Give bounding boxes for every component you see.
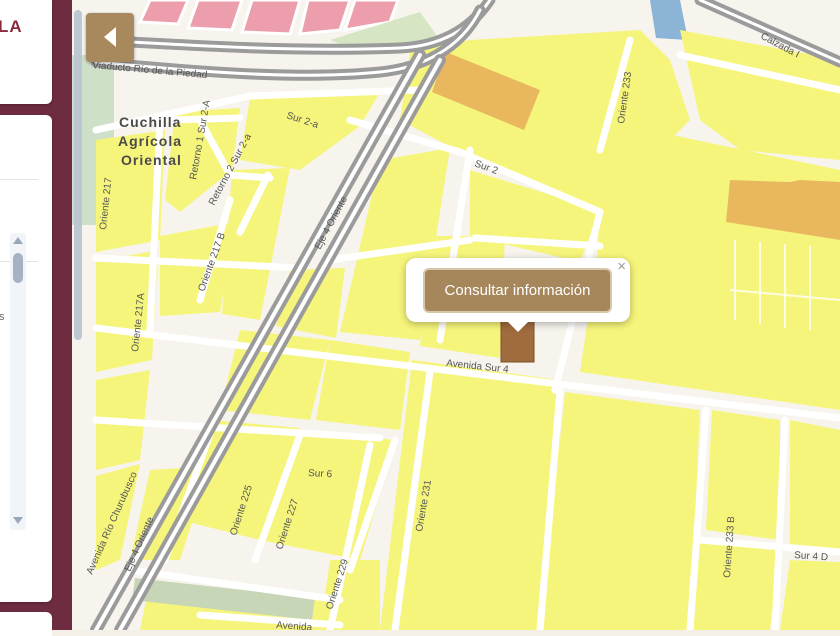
sidebar-results-panel: s — [0, 115, 52, 602]
scroll-thumb[interactable] — [13, 253, 23, 283]
svg-text:Cuchilla: Cuchilla — [119, 114, 181, 130]
divider — [0, 179, 38, 180]
results-scrollbar[interactable] — [10, 233, 26, 530]
collapse-sidebar-button[interactable] — [86, 13, 134, 62]
svg-text:Oriental: Oriental — [121, 152, 182, 168]
sidebar-title: LA — [0, 17, 23, 36]
sidebar-header-panel: LA — [0, 0, 52, 104]
triangle-left-icon — [104, 27, 116, 47]
sidebar-scrollbar[interactable] — [74, 10, 82, 340]
popup-pointer — [506, 320, 530, 332]
label-sur6: Sur 6 — [308, 468, 333, 480]
scroll-up-arrow-icon[interactable] — [13, 237, 23, 244]
neighborhood-label: Cuchilla Agrícola Oriental — [118, 114, 182, 168]
svg-text:Agrícola: Agrícola — [118, 133, 182, 149]
sidebar-footer-panel — [0, 612, 52, 636]
consult-info-button[interactable]: Consultar información — [423, 268, 612, 313]
close-icon[interactable]: × — [617, 259, 626, 275]
label-avenida-bottom: Avenida — [276, 620, 313, 630]
list-fragment-text: s — [0, 311, 5, 323]
scroll-down-arrow-icon[interactable] — [13, 517, 23, 524]
sidebar: LA s — [0, 0, 72, 636]
info-popup: × Consultar información — [406, 258, 630, 332]
